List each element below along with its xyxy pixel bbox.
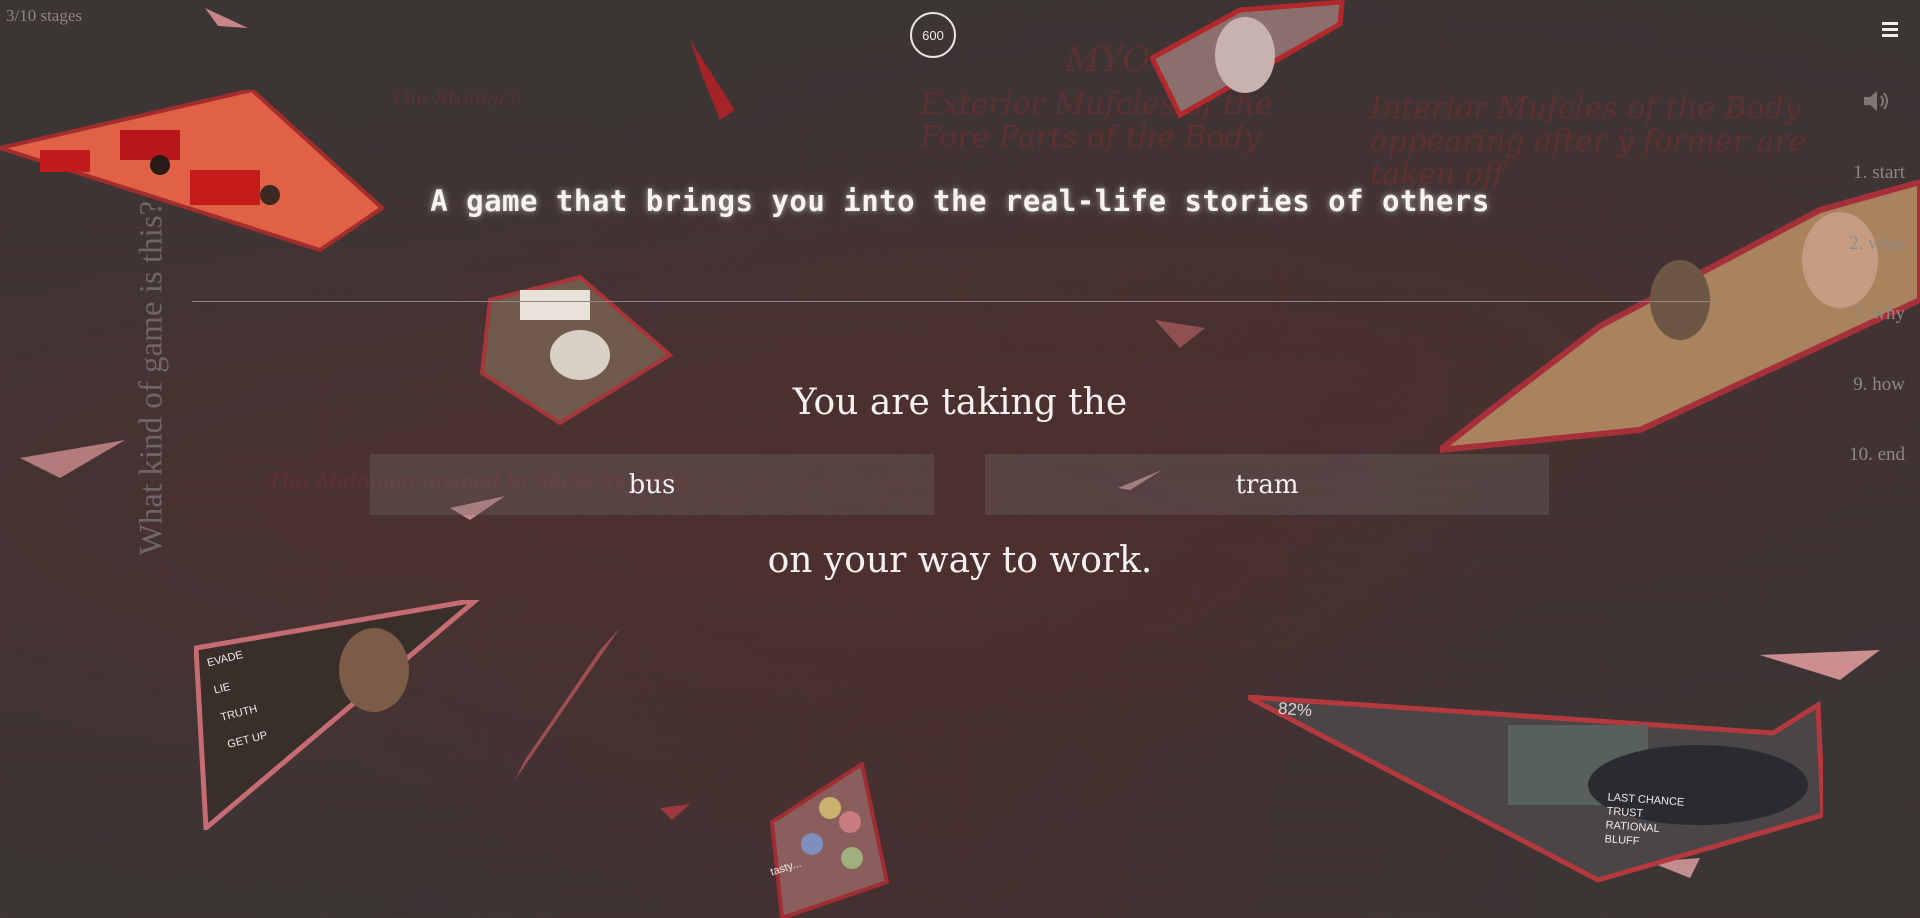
decorative-shards [20, 8, 1880, 878]
card-option-last-chance: LAST CHANCE [1607, 791, 1685, 809]
card-tasty-text: tasty... [768, 857, 803, 879]
nav-item-why[interactable]: 7. why [1849, 303, 1905, 374]
hamburger-menu-icon[interactable] [1882, 22, 1898, 37]
background-engraving [0, 0, 1920, 918]
background-title: Exterior Mufcles of the Fore Parts of th… [920, 87, 1273, 155]
sentence-end: on your way to work. [767, 540, 1153, 581]
photo-card-city: 82% LAST CHANCE TRUST RATIONAL BLUFF [1248, 695, 1823, 885]
game-stage: MYO Exterior Mufcles of the Fore Parts o… [0, 0, 1920, 918]
background-heading: MYO [1065, 40, 1151, 80]
photo-card-girl [1150, 0, 1345, 119]
photo-card-controller: tasty... [762, 762, 892, 918]
card-option-get-up: GET UP [226, 729, 269, 751]
score-badge: 600 [910, 12, 956, 58]
card-option-lie: LIE [212, 680, 232, 697]
speaker-icon[interactable] [1862, 90, 1890, 112]
card-option-rational: RATIONAL [1605, 819, 1661, 836]
background-title-2: Interior Mufcles of the Body appearing a… [1370, 91, 1807, 192]
card-option-evade: EVADE [205, 648, 245, 670]
choice-bus-button[interactable]: bus [370, 454, 934, 515]
choice-tram-button[interactable]: tram [985, 454, 1549, 515]
sentence-start: You are taking the [792, 382, 1128, 423]
card-option-truth: TRUTH [219, 703, 259, 724]
card-percent: 82% [1277, 698, 1313, 721]
photo-card-choices: EVADE LIE TRUTH GET UP [194, 600, 484, 830]
divider-line [192, 301, 1720, 302]
stage-counter: 3/10 stages [6, 6, 83, 25]
card-option-bluff: BLUFF [1604, 833, 1640, 848]
photo-card-rescue [0, 90, 386, 253]
side-question: What kind of game is this? [133, 200, 170, 556]
tagline: A game that brings you into the real-lif… [430, 184, 1490, 218]
nav-item-what[interactable]: 2. what [1849, 233, 1905, 304]
nav-item-end[interactable]: 10. end [1849, 444, 1905, 515]
card-option-trust: TRUST [1606, 805, 1644, 820]
background-stomach: The Stomach [390, 86, 524, 110]
